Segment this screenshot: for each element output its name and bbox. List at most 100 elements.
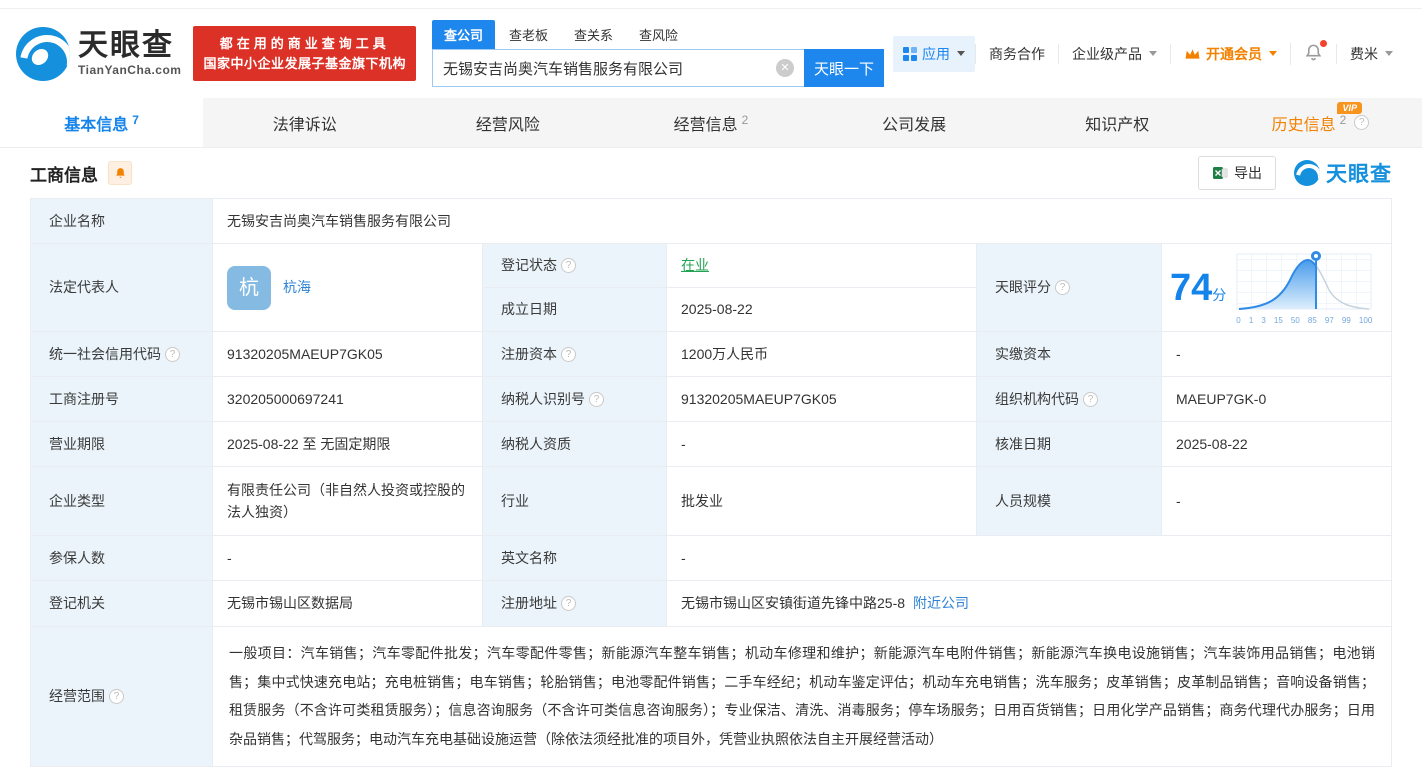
score-distribution-chart: 0131550859799100 xyxy=(1236,248,1372,328)
company-name-value: 无锡安吉尚奥汽车销售服务有限公司 xyxy=(213,199,1391,243)
legal-rep-label: 法定代表人 xyxy=(31,244,212,331)
search-box: 查公司 查老板 查关系 查风险 ✕ 天眼一下 xyxy=(432,20,884,87)
help-icon[interactable]: ? xyxy=(1055,280,1070,295)
tianyancha-logo-icon xyxy=(1294,160,1320,186)
score-unit: 分 xyxy=(1212,287,1226,303)
export-button[interactable]: 导出 xyxy=(1198,156,1276,190)
help-icon[interactable]: ? xyxy=(109,689,124,704)
org-code-value: MAEUP7GK-0 xyxy=(1162,377,1391,421)
help-icon[interactable]: ? xyxy=(561,596,576,611)
table-row: 企业类型 有限责任公司（非自然人投资或控股的法人独资） 行业 批发业 人员规模 … xyxy=(31,467,1391,535)
search-button[interactable]: 天眼一下 xyxy=(804,49,884,87)
legal-rep-link[interactable]: 杭海 xyxy=(283,276,311,298)
bell-icon xyxy=(114,167,127,180)
english-name-value: - xyxy=(667,536,1391,580)
help-icon[interactable]: ? xyxy=(561,347,576,362)
tab-intellectual-property[interactable]: 知识产权 xyxy=(1016,98,1219,147)
tab-legal-litigation[interactable]: 法律诉讼 xyxy=(203,98,406,147)
paid-capital-label: 实缴资本 xyxy=(977,332,1161,376)
reg-status-value[interactable]: 在业 xyxy=(681,254,709,276)
monitor-bell-button[interactable] xyxy=(108,161,132,185)
search-tab-boss[interactable]: 查老板 xyxy=(497,20,560,49)
enterprise-products-menu[interactable]: 企业级产品 xyxy=(1058,44,1170,64)
help-icon[interactable]: ? xyxy=(1354,115,1369,130)
reg-number-value: 320205000697241 xyxy=(213,377,482,421)
chevron-down-icon xyxy=(1385,51,1393,56)
watermark-logo: 天眼查 xyxy=(1294,158,1392,188)
user-menu[interactable]: 费米 xyxy=(1336,44,1406,64)
excel-icon xyxy=(1212,165,1228,181)
tianyancha-logo[interactable]: 天眼查 TianYanCha.com xyxy=(16,27,181,81)
help-icon[interactable]: ? xyxy=(561,258,576,273)
table-row: 参保人数 - 英文名称 - xyxy=(31,536,1391,580)
approval-date-value: 2025-08-22 xyxy=(1162,422,1391,466)
business-term-label: 营业期限 xyxy=(31,422,212,466)
insured-count-label: 参保人数 xyxy=(31,536,212,580)
reg-number-label: 工商注册号 xyxy=(31,377,212,421)
tab-history-info[interactable]: VIP 历史信息2 ? xyxy=(1219,98,1422,147)
table-row: 经营范围? 一般项目：汽车销售；汽车零配件批发；汽车零配件零售；新能源汽车整车销… xyxy=(31,627,1391,766)
logo-domain-text: TianYanCha.com xyxy=(78,64,181,77)
org-code-label: 组织机构代码 xyxy=(995,388,1079,410)
help-icon[interactable]: ? xyxy=(589,392,604,407)
notifications-button[interactable] xyxy=(1290,43,1336,65)
detail-tabs: 基本信息7 法律诉讼 经营风险 经营信息2 公司发展 知识产权 VIP 历史信息… xyxy=(0,98,1422,148)
chevron-down-icon xyxy=(1269,51,1277,56)
table-row: 企业名称 无锡安吉尚奥汽车销售服务有限公司 xyxy=(31,199,1391,243)
score-label: 天眼评分 xyxy=(995,276,1051,298)
tab-operation-risk[interactable]: 经营风险 xyxy=(406,98,609,147)
slogan-line1: 都在用的商业查询工具 xyxy=(203,34,406,54)
reg-capital-label: 注册资本 xyxy=(501,343,557,365)
slogan-banner: 都在用的商业查询工具 国家中小企业发展子基金旗下机构 xyxy=(193,26,416,81)
tab-company-development[interactable]: 公司发展 xyxy=(813,98,1016,147)
reg-capital-value: 1200万人民币 xyxy=(667,332,976,376)
business-scope-value: 一般项目：汽车销售；汽车零配件批发；汽车零配件零售；新能源汽车整车销售；机动车修… xyxy=(213,627,1391,766)
nearby-companies-link[interactable]: 附近公司 xyxy=(913,592,969,614)
apps-label: 应用 xyxy=(922,44,950,64)
business-term-value: 2025-08-22 至 无固定期限 xyxy=(213,422,482,466)
table-row: 统一社会信用代码? 91320205MAEUP7GK05 注册资本? 1200万… xyxy=(31,332,1391,376)
tab-operation-info[interactable]: 经营信息2 xyxy=(609,98,812,147)
staff-size-label: 人员规模 xyxy=(977,467,1161,535)
company-type-label: 企业类型 xyxy=(31,467,212,535)
search-tab-relation[interactable]: 查关系 xyxy=(562,20,625,49)
search-input[interactable] xyxy=(432,49,804,87)
table-row: 营业期限 2025-08-22 至 无固定期限 纳税人资质 - 核准日期 202… xyxy=(31,422,1391,466)
table-row: 登记机关 无锡市锡山区数据局 注册地址? 无锡市锡山区安镇街道先锋中路25-8 … xyxy=(31,581,1391,626)
business-cooperation-link[interactable]: 商务合作 xyxy=(975,44,1058,64)
business-info-table: 企业名称 无锡安吉尚奥汽车销售服务有限公司 法定代表人 杭 杭海 登记状态 ? … xyxy=(30,198,1392,767)
chevron-down-icon xyxy=(957,51,965,56)
reg-authority-label: 登记机关 xyxy=(31,581,212,626)
reg-status-label: 登记状态 xyxy=(501,254,557,276)
clear-search-icon[interactable]: ✕ xyxy=(776,59,794,77)
crown-icon xyxy=(1184,47,1201,61)
taxpayer-quality-label: 纳税人资质 xyxy=(483,422,666,466)
industry-value: 批发业 xyxy=(667,467,976,535)
help-icon[interactable]: ? xyxy=(1083,392,1098,407)
logo-brand-text: 天眼查 xyxy=(78,30,181,62)
staff-size-value: - xyxy=(1162,467,1391,535)
apps-menu[interactable]: 应用 xyxy=(893,36,975,72)
section-header: 工商信息 导出 天眼查 xyxy=(0,148,1422,198)
help-icon[interactable]: ? xyxy=(165,347,180,362)
score-axis: 0131550859799100 xyxy=(1236,315,1372,328)
search-tab-risk[interactable]: 查风险 xyxy=(627,20,690,49)
search-tab-company[interactable]: 查公司 xyxy=(432,20,495,49)
company-type-value: 有限责任公司（非自然人投资或控股的法人独资） xyxy=(213,467,482,535)
establish-date-value: 2025-08-22 xyxy=(667,288,976,331)
tab-basic-info[interactable]: 基本信息7 xyxy=(0,98,203,147)
score-value: 74 xyxy=(1170,267,1212,309)
paid-capital-value: - xyxy=(1162,332,1391,376)
company-name-label: 企业名称 xyxy=(31,199,212,243)
establish-date-label: 成立日期 xyxy=(501,298,557,320)
industry-label: 行业 xyxy=(483,467,666,535)
chevron-down-icon xyxy=(1149,51,1157,56)
reg-address-value: 无锡市锡山区安镇街道先锋中路25-8 xyxy=(681,592,905,614)
section-title: 工商信息 xyxy=(30,161,98,186)
open-vip-menu[interactable]: 开通会员 xyxy=(1170,44,1290,64)
slogan-line2: 国家中小企业发展子基金旗下机构 xyxy=(203,54,406,74)
search-tabs: 查公司 查老板 查关系 查风险 xyxy=(432,20,884,49)
avatar[interactable]: 杭 xyxy=(227,266,271,310)
reg-authority-value: 无锡市锡山区数据局 xyxy=(213,581,482,626)
insured-count-value: - xyxy=(213,536,482,580)
